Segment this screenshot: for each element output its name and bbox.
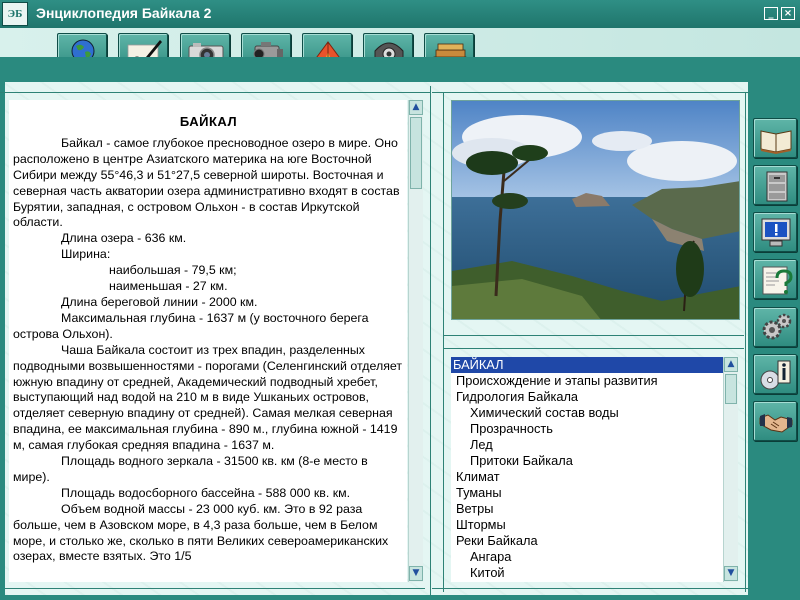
scroll-up-button[interactable]: ▲ — [409, 100, 423, 115]
topic-list[interactable]: БАЙКАЛ Происхождение и этапы развития Гидр… — [451, 357, 723, 582]
topic-scrollbar[interactable]: ▲ ▼ — [723, 357, 738, 582]
article-paragraph: Площадь водного зеркала - 31500 кв. км (… — [13, 454, 368, 484]
frame-divider — [430, 86, 431, 596]
topic-item[interactable]: Лед — [451, 437, 723, 453]
topic-item[interactable]: Китой — [451, 565, 723, 581]
handshake-icon — [759, 414, 793, 433]
archive-button[interactable] — [753, 165, 797, 205]
article-paragraph: Максимальная глубина - 1637 м (у восточн… — [13, 310, 369, 341]
monitor-alert-icon — [761, 218, 791, 247]
frame-divider — [745, 92, 746, 592]
help-button[interactable] — [753, 259, 797, 299]
frame-divider — [443, 92, 444, 592]
article-paragraph: наименьшая - 27 км. — [109, 279, 228, 294]
frame-divider — [432, 92, 750, 93]
topic-item[interactable]: Реки Байкала — [451, 533, 723, 549]
topic-item[interactable]: Ангара — [451, 549, 723, 565]
gears-icon — [762, 313, 792, 340]
exit-button[interactable] — [753, 401, 797, 441]
scroll-up-button[interactable]: ▲ — [724, 357, 738, 372]
scroll-thumb[interactable] — [725, 374, 737, 404]
book-button[interactable] — [753, 118, 797, 158]
close-button[interactable]: × — [781, 7, 795, 20]
topic-item[interactable]: Штормы — [451, 517, 723, 533]
topic-item[interactable]: Химический состав воды — [451, 405, 723, 421]
help-question-icon — [762, 266, 793, 295]
article-paragraph: Ширина: — [61, 247, 111, 262]
window-title: Энциклопедия Байкала 2 — [36, 5, 212, 21]
article-heading: БАЙКАЛ — [179, 114, 238, 129]
app-logo: ЭБ — [2, 2, 28, 26]
article-paragraph: Байкал - самое глубокое пресноводное озе… — [13, 135, 400, 230]
topic-item[interactable]: Притоки Байкала — [451, 453, 723, 469]
topic-item[interactable]: Климат — [451, 469, 723, 485]
article-paragraph: Объем водной массы - 23 000 куб. км. Это… — [13, 501, 389, 564]
open-book-icon — [760, 130, 792, 154]
monitor-button[interactable] — [753, 212, 797, 252]
frame-divider — [432, 588, 750, 589]
scroll-down-button[interactable]: ▼ — [724, 566, 738, 581]
info-cd-icon — [760, 360, 791, 390]
topic-item[interactable]: Прозрачность — [451, 421, 723, 437]
scroll-thumb[interactable] — [410, 117, 422, 189]
lake-photo — [451, 100, 740, 320]
title-bar: ЭБ Энциклопедия Байкала 2 _ × — [0, 0, 800, 28]
lake-baikal-image — [452, 101, 739, 319]
topic-item[interactable]: Туманы — [451, 485, 723, 501]
article-text[interactable]: БАЙКАЛ Байкал - самое глубокое пресновод… — [9, 100, 407, 582]
scroll-down-button[interactable]: ▼ — [409, 566, 423, 581]
topic-item[interactable]: Гидрология Байкала — [451, 389, 723, 405]
article-scrollbar[interactable]: ▲ ▼ — [408, 100, 423, 582]
topic-item-selected[interactable]: БАЙКАЛ — [451, 357, 723, 373]
frame-divider — [0, 92, 430, 93]
info-button[interactable] — [753, 354, 797, 394]
article-paragraph: наибольшая - 79,5 км; — [109, 263, 237, 278]
frame-divider — [444, 335, 744, 336]
settings-button[interactable] — [753, 307, 797, 347]
topic-item[interactable]: Ветры — [451, 501, 723, 517]
topic-item[interactable]: Происхождение и этапы развития — [451, 373, 723, 389]
article-paragraph: Длина озера - 636 км. — [61, 231, 187, 246]
minimize-button[interactable]: _ — [764, 7, 778, 20]
frame-divider — [444, 348, 744, 349]
frame-divider — [5, 588, 425, 589]
article-paragraph: Длина береговой линии - 2000 км. — [61, 294, 258, 309]
filing-cabinet-icon — [766, 171, 788, 202]
article-paragraph: Чаша Байкала состоит из трех впадин, раз… — [13, 342, 403, 453]
article-paragraph: Площадь водосборного бассейна - 588 000 … — [61, 485, 351, 500]
